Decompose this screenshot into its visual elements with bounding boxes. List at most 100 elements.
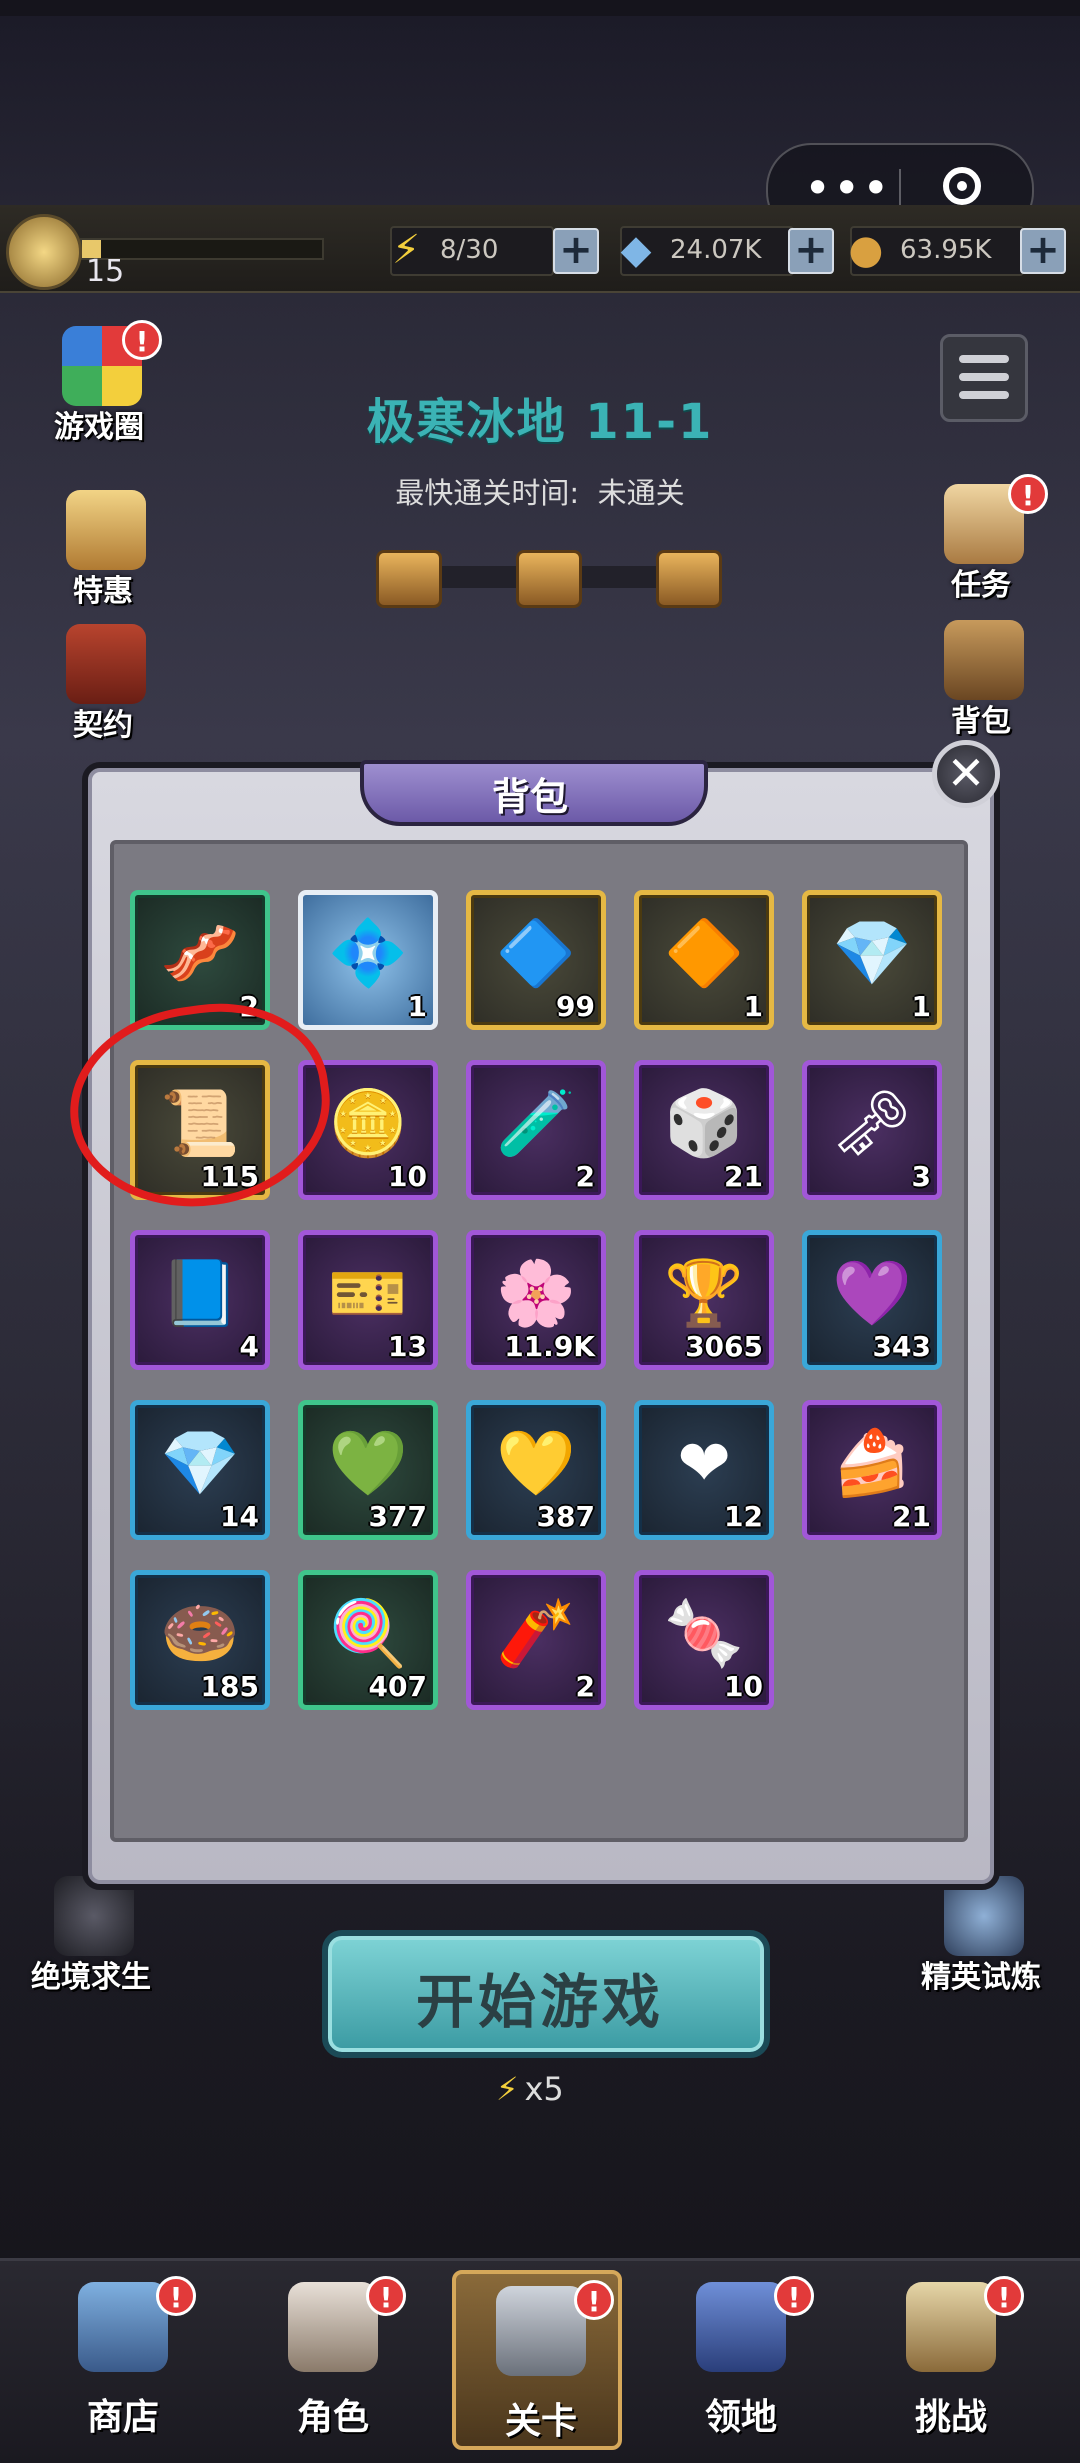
gold-key-icon: 🗝 — [831, 1087, 913, 1161]
item-slot-green-gem[interactable]: 💚 377 — [298, 1400, 438, 1540]
side-item-elite-trial[interactable]: 精英试炼 — [906, 1876, 1056, 1996]
item-count: 10 — [388, 1160, 427, 1193]
level-emblem-icon[interactable] — [6, 214, 82, 290]
castle-icon — [696, 2282, 786, 2372]
item-slot-yellow-gem[interactable]: 💛 387 — [466, 1400, 606, 1540]
notification-badge: ! — [366, 2276, 406, 2316]
list-menu-button[interactable] — [940, 334, 1028, 422]
notification-badge: ! — [122, 320, 162, 360]
side-item-label: 游戏圈 — [54, 410, 144, 445]
energy-cost-value: x5 — [524, 2070, 564, 2108]
backpack-icon — [944, 620, 1024, 700]
lightning-icon: ⚡ — [496, 2070, 519, 2108]
item-slot-gold-key[interactable]: 🗝 3 — [802, 1060, 942, 1200]
nav-item-label: 关卡 — [504, 2401, 577, 2442]
nav-item-2[interactable]: ! 角色 — [248, 2270, 418, 2450]
blue-stone-icon: 💠 — [328, 917, 408, 991]
nav-item-3[interactable]: ! 关卡 — [452, 2270, 622, 2450]
reward-chest-icon[interactable] — [376, 550, 442, 608]
nav-item-label: 角色 — [296, 2397, 369, 2438]
item-slot-trophy[interactable]: 🏆 3065 — [634, 1230, 774, 1370]
side-item-label: 任务 — [951, 568, 1011, 603]
side-item-game-circle[interactable]: ! 游戏圈 — [24, 320, 174, 446]
add-diamond-button[interactable]: + — [788, 228, 834, 274]
item-slot-blue-stone[interactable]: 💠 1 — [298, 890, 438, 1030]
item-count: 377 — [368, 1500, 427, 1533]
nav-item-5[interactable]: ! 挑战 — [866, 2270, 1036, 2450]
add-energy-button[interactable]: + — [553, 228, 599, 274]
item-count: 11.9K — [504, 1330, 595, 1363]
side-item-quest[interactable]: ! 任务 — [906, 474, 1056, 604]
item-slot-lollipop[interactable]: 🍭 407 — [298, 1570, 438, 1710]
item-slot-golden-crystal[interactable]: 🔶 1 — [634, 890, 774, 1030]
candy-icon: 🍬 — [664, 1597, 744, 1671]
gift-icon — [66, 490, 146, 570]
green-gem-icon: 💚 — [328, 1427, 408, 1501]
item-count: 3 — [911, 1160, 931, 1193]
item-count: 185 — [200, 1670, 259, 1703]
gold-coin-icon: 🪙 — [328, 1087, 408, 1161]
item-slot-cake[interactable]: 🍰 21 — [802, 1400, 942, 1540]
item-slot-cyan-crystal[interactable]: 💎 1 — [802, 890, 942, 1030]
crystal-shard-gold-icon: 🔷 — [496, 917, 576, 991]
diamond-counter: ◆ 24.07K — [620, 226, 794, 276]
nav-item-4[interactable]: ! 领地 — [656, 2270, 826, 2450]
red-gem-icon: ❤ — [677, 1427, 731, 1501]
item-slot-potion[interactable]: 🧪 2 — [466, 1060, 606, 1200]
item-count: 1 — [911, 990, 931, 1023]
yellow-gem-icon: 💛 — [496, 1427, 576, 1501]
notification-badge: ! — [574, 2280, 614, 2320]
notification-badge: ! — [156, 2276, 196, 2316]
target-icon[interactable] — [943, 167, 981, 205]
item-count: 10 — [724, 1670, 763, 1703]
player-level: 15 — [86, 254, 125, 289]
item-slot-tnt[interactable]: 🧨 2 — [466, 1570, 606, 1710]
item-count: 21 — [724, 1160, 763, 1193]
notification-badge: ! — [984, 2276, 1024, 2316]
item-slot-magic-book[interactable]: 📘 4 — [130, 1230, 270, 1370]
nav-item-1[interactable]: ! 商店 — [38, 2270, 208, 2450]
modal-title: 背包 — [491, 775, 568, 819]
item-slot-candy[interactable]: 🍬 10 — [634, 1570, 774, 1710]
magic-book-icon: 📘 — [160, 1257, 240, 1331]
item-count: 99 — [556, 990, 595, 1023]
status-bar — [0, 0, 1080, 16]
cyan-crystal-icon: 💎 — [832, 917, 912, 991]
item-slot-ticket[interactable]: 🎫 13 — [298, 1230, 438, 1370]
item-slot-blue-gem[interactable]: 💎 14 — [130, 1400, 270, 1540]
side-item-label: 绝境求生 — [31, 1960, 151, 1995]
donut-icon: 🍩 — [160, 1597, 240, 1671]
item-slot-crystal-shard-gold[interactable]: 🔷 99 — [466, 890, 606, 1030]
side-item-label: 精英试炼 — [921, 1960, 1041, 1995]
side-item-label: 特惠 — [73, 574, 133, 609]
item-count: 387 — [536, 1500, 595, 1533]
tnt-icon: 🧨 — [496, 1597, 576, 1671]
blue-gem-icon: 💎 — [160, 1427, 240, 1501]
close-icon[interactable]: ✕ — [932, 740, 1000, 808]
coin-value: 63.95K — [900, 235, 992, 265]
coin-counter: ● 63.95K — [849, 226, 1024, 276]
item-slot-purple-gem[interactable]: 💜 343 — [802, 1230, 942, 1370]
reward-chest-icon[interactable] — [656, 550, 722, 608]
item-count: 2 — [575, 1160, 595, 1193]
side-item-backpack[interactable]: 背包 — [906, 620, 1056, 740]
item-slot-red-gem[interactable]: ❤ 12 — [634, 1400, 774, 1540]
side-item-special-offer[interactable]: 特惠 — [28, 490, 178, 610]
side-item-label: 背包 — [951, 704, 1011, 739]
fastest-clear-value: 未通关 — [597, 476, 685, 510]
energy-cost: ⚡ x5 — [496, 2070, 564, 2108]
side-item-contract[interactable]: 契约 — [28, 624, 178, 744]
item-count: 1 — [407, 990, 427, 1023]
item-slot-donut[interactable]: 🍩 185 — [130, 1570, 270, 1710]
contract-icon — [66, 624, 146, 704]
item-slot-violet-flower[interactable]: 🌸 11.9K — [466, 1230, 606, 1370]
item-count: 13 — [388, 1330, 427, 1363]
item-count: 1 — [743, 990, 763, 1023]
item-slot-dice[interactable]: 🎲 21 — [634, 1060, 774, 1200]
nav-item-label: 挑战 — [914, 2397, 987, 2438]
violet-flower-icon: 🌸 — [496, 1257, 576, 1331]
add-coin-button[interactable]: + — [1020, 228, 1066, 274]
reward-chest-icon[interactable] — [516, 550, 582, 608]
side-item-survival[interactable]: 绝境求生 — [16, 1876, 166, 1996]
trophy-icon: 🏆 — [664, 1257, 744, 1331]
